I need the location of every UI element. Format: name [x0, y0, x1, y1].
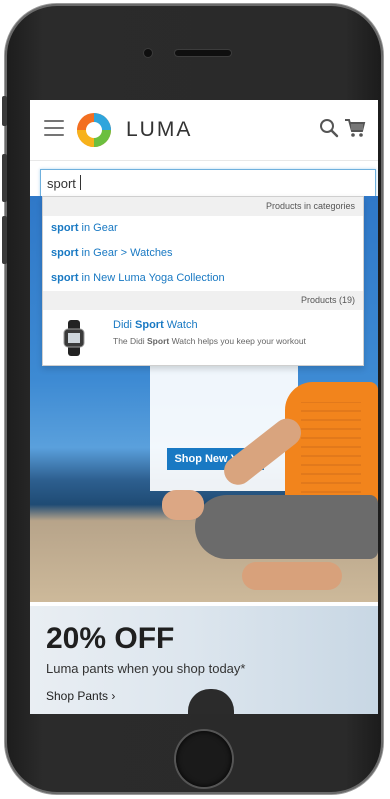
match-term: sport [51, 247, 79, 259]
match-term: sport [51, 222, 79, 234]
search-icon[interactable] [319, 118, 339, 138]
cart-icon[interactable] [344, 117, 366, 139]
promo-subtitle: Luma pants when you shop today* [46, 661, 246, 676]
category-text: in Gear [78, 222, 118, 234]
volume-up-button [2, 154, 7, 202]
earpiece-speaker [175, 50, 231, 56]
phone-frame: LUMA Shop New Yoga 20% OFF [2, 4, 383, 794]
products-header: Products (19) [43, 291, 363, 310]
autocomplete-category-item[interactable]: sport in Gear > Watches [43, 241, 363, 266]
product-name[interactable]: Didi Sport Watch [113, 319, 198, 331]
category-text: in New Luma Yoga Collection [78, 272, 225, 284]
categories-header: Products in categories [43, 197, 363, 216]
match-term: sport [51, 272, 79, 284]
hero-model-hand [162, 490, 204, 520]
hero-model-foot [242, 562, 342, 590]
brand-name: LUMA [126, 118, 193, 141]
volume-down-button [2, 216, 7, 264]
hamburger-menu-icon[interactable] [44, 120, 64, 136]
promo-title: 20% OFF [46, 622, 175, 655]
watch-thumbnail-icon [63, 320, 85, 356]
autocomplete-category-item[interactable]: sport in New Luma Yoga Collection [43, 266, 363, 291]
front-camera [144, 49, 152, 57]
hero-model-legs [195, 495, 378, 559]
text-cursor [80, 175, 81, 190]
shop-pants-link[interactable]: Shop Pants › [46, 689, 115, 703]
home-button[interactable] [176, 731, 232, 787]
site-header: LUMA [30, 100, 378, 161]
category-text: in Gear > Watches [78, 247, 173, 259]
phone-screen: LUMA Shop New Yoga 20% OFF [30, 100, 378, 714]
search-autocomplete: Products in categories sport in Gear spo… [42, 196, 364, 366]
luma-logo-icon[interactable] [76, 112, 112, 148]
autocomplete-product-item[interactable]: Didi Sport Watch The Didi Sport Watch he… [43, 310, 363, 360]
mute-switch [2, 96, 7, 126]
autocomplete-category-item[interactable]: sport in Gear [43, 216, 363, 241]
product-description: The Didi Sport Watch helps you keep your… [113, 336, 306, 346]
search-input[interactable] [40, 169, 376, 197]
